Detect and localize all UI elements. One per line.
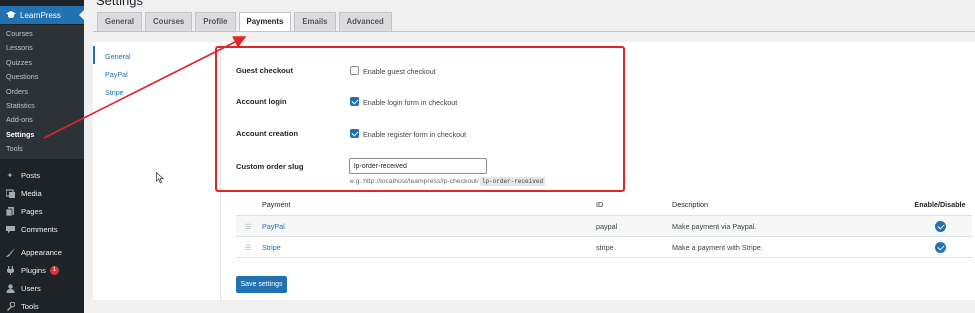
payment-name-link[interactable]: Stripe [262,237,281,258]
tab-general[interactable]: General [97,12,143,31]
wrench-icon [5,302,15,312]
sidebar-item-label: LearnPress [20,10,61,20]
submenu-item-tools[interactable]: Tools [0,142,84,156]
user-icon [5,284,15,294]
tab-payments[interactable]: Payments [238,12,292,32]
admin-sidebar: LearnPress Courses Lessons Quizzes Quest… [0,0,84,313]
drag-handle-icon[interactable]: ☰ [245,237,251,258]
page-title: Settings [96,0,143,8]
pin-icon: ✦ [6,171,14,180]
payment-description: Make a payment with Stripe. [672,243,763,252]
sidebar-item-label: Plugins [21,266,46,275]
learnpress-submenu: Courses Lessons Quizzes Questions Orders… [0,25,84,159]
sidebar-item-label: Media [21,189,42,198]
settings-tabs: General Courses Profile Payments Emails … [97,12,395,32]
submenu-item-addons[interactable]: Add-ons [0,113,84,127]
tabs-divider [93,31,975,32]
tab-advanced[interactable]: Advanced [338,12,392,31]
submenu-item-statistics[interactable]: Statistics [0,99,84,113]
sidebar-item-learnpress[interactable]: LearnPress [0,6,84,24]
sidebar-item-label: Appearance [21,248,62,257]
drag-handle-icon[interactable]: ☰ [245,216,251,237]
graduation-cap-icon [6,11,16,19]
media-icon [5,189,15,199]
submenu-item-settings[interactable]: Settings [0,128,84,142]
sidebar-item-label: Users [21,284,41,293]
sidebar-item-comments[interactable]: Comments [0,221,84,238]
column-header-id: ID [596,200,604,209]
submenu-item-orders[interactable]: Orders [0,85,84,99]
current-menu-pointer [79,10,84,20]
brush-icon [5,248,15,258]
sidebar-item-tools[interactable]: Tools [0,298,84,313]
payment-gateways-table: Payment ID Description Enable/Disable ☰ … [236,194,972,258]
table-row: ☰ PayPal paypal Make payment via Paypal. [236,216,972,237]
payment-id: paypal [596,222,618,231]
column-header-description: Description [672,200,708,209]
sidebar-item-pages[interactable]: Pages [0,203,84,220]
payment-sections-nav: General PayPal Stripe [93,42,221,300]
section-link-general[interactable]: General [105,52,131,61]
sidebar-item-plugins[interactable]: Plugins 1 [0,262,84,279]
tab-profile[interactable]: Profile [195,12,236,31]
submenu-item-quizzes[interactable]: Quizzes [0,56,84,70]
enabled-check-icon[interactable] [935,221,946,232]
submenu-item-courses[interactable]: Courses [0,27,84,41]
plugin-icon [5,266,15,276]
annotation-highlight-box [215,46,625,192]
table-row: ☰ Stripe stripe Make a payment with Stri… [236,237,972,258]
sidebar-item-posts[interactable]: ✦ Posts [0,167,84,184]
column-header-payment: Payment [262,200,291,209]
payment-id: stripe [596,243,614,252]
tab-emails[interactable]: Emails [294,12,336,31]
save-settings-button[interactable]: Save settings [236,276,287,293]
enabled-check-icon[interactable] [935,242,946,253]
submenu-item-questions[interactable]: Questions [0,70,84,84]
tab-courses[interactable]: Courses [145,12,193,31]
sidebar-item-label: Tools [21,302,39,311]
comment-icon [5,225,15,235]
mouse-cursor-icon [156,172,164,184]
update-count-badge: 1 [49,266,59,275]
section-link-stripe[interactable]: Stripe [105,88,124,97]
pages-icon [5,207,15,217]
payment-name-link[interactable]: PayPal [262,216,285,237]
sidebar-item-media[interactable]: Media [0,185,84,202]
sidebar-item-label: Posts [21,171,40,180]
submenu-item-lessons[interactable]: Lessons [0,41,84,55]
table-header-row: Payment ID Description Enable/Disable [236,194,972,216]
section-link-paypal[interactable]: PayPal [105,70,128,79]
payment-description: Make payment via Paypal. [672,222,757,231]
sidebar-item-appearance[interactable]: Appearance [0,244,84,261]
section-active-indicator [93,46,95,64]
column-header-enable: Enable/Disable [914,200,966,209]
sidebar-item-label: Pages [21,207,43,216]
sidebar-item-label: Comments [21,225,58,234]
sidebar-item-users[interactable]: Users [0,280,84,297]
